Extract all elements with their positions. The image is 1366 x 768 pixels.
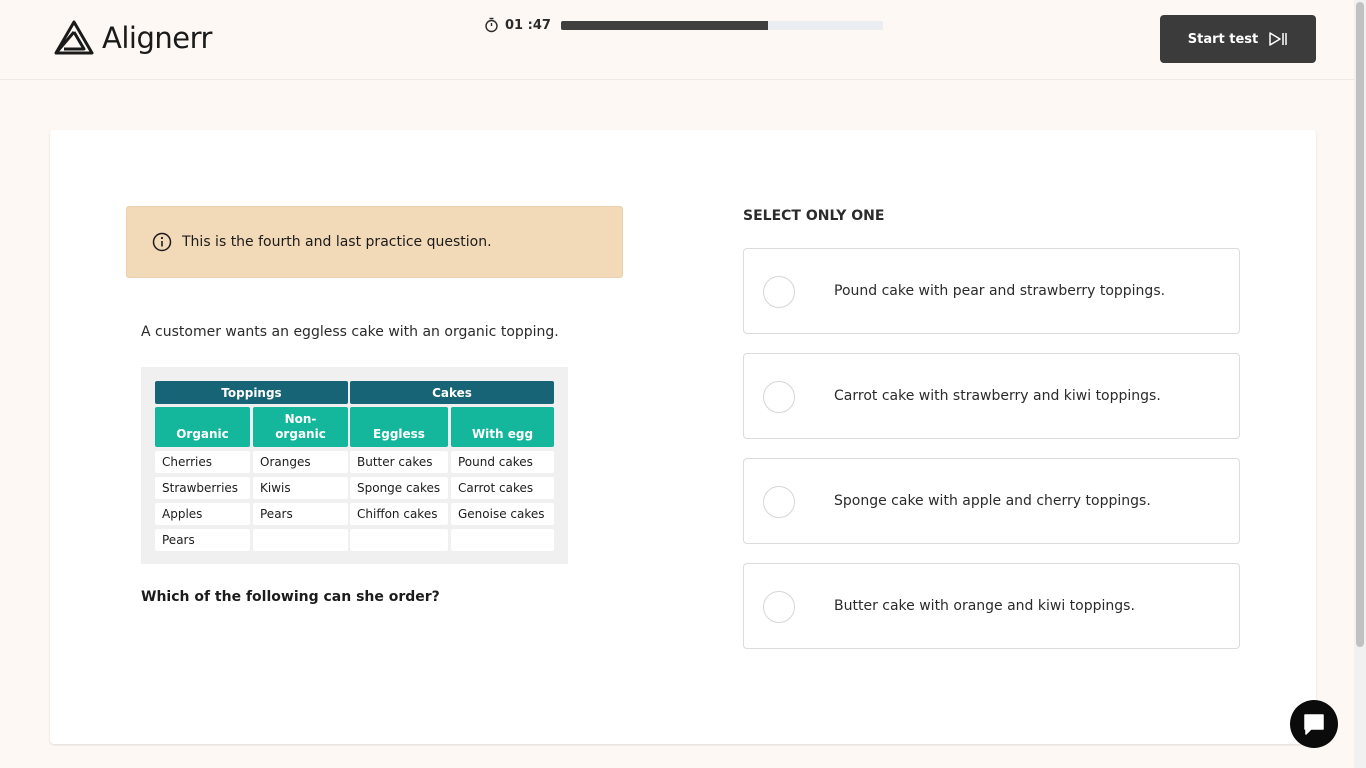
- info-banner: This is the fourth and last practice que…: [126, 206, 623, 278]
- table-cell: [253, 529, 348, 551]
- table-cell: Oranges: [253, 451, 348, 473]
- table-column-header: With egg: [451, 407, 554, 447]
- table-column-header: Organic: [155, 407, 250, 447]
- vertical-scrollbar[interactable]: [1354, 0, 1366, 768]
- top-bar: Alignerr 01 :47 Start test: [0, 0, 1354, 80]
- table-cell: Carrot cakes: [451, 477, 554, 499]
- aligner-logo-icon: [54, 20, 94, 55]
- answer-option-text: Pound cake with pear and strawberry topp…: [834, 283, 1166, 299]
- table-cell: Apples: [155, 503, 250, 525]
- table-cell: Pound cakes: [451, 451, 554, 473]
- start-test-button[interactable]: Start test: [1160, 15, 1316, 63]
- radio-button[interactable]: [763, 486, 795, 518]
- chat-bubble-icon: [1304, 714, 1324, 735]
- table-cell: Sponge cakes: [350, 477, 448, 499]
- time-progress-fill: [561, 21, 769, 30]
- answer-option[interactable]: Sponge cake with apple and cherry toppin…: [743, 458, 1240, 544]
- select-instruction: SELECT ONLY ONE: [743, 208, 885, 224]
- table-cell: Pears: [155, 529, 250, 551]
- table-cell: Genoise cakes: [451, 503, 554, 525]
- table-column-header: Non-organic: [253, 407, 348, 447]
- table-cell: [451, 529, 554, 551]
- chat-support-button[interactable]: [1290, 700, 1338, 748]
- answer-option-text: Carrot cake with strawberry and kiwi top…: [834, 388, 1161, 404]
- table-group-header: Cakes: [350, 381, 554, 404]
- answer-option[interactable]: Carrot cake with strawberry and kiwi top…: [743, 353, 1240, 439]
- table-cell: Pears: [253, 503, 348, 525]
- radio-button[interactable]: [763, 381, 795, 413]
- table-cell: Butter cakes: [350, 451, 448, 473]
- start-test-label: Start test: [1187, 31, 1259, 47]
- info-icon: [152, 232, 172, 252]
- time-progress-bar: [561, 21, 883, 30]
- stopwatch-icon: [485, 17, 498, 33]
- scrollbar-thumb[interactable]: [1356, 2, 1364, 647]
- timer-text: 01 :47: [505, 17, 551, 33]
- table-cell: Strawberries: [155, 477, 250, 499]
- answer-option[interactable]: Pound cake with pear and strawberry topp…: [743, 248, 1240, 334]
- timer: 01 :47: [484, 17, 551, 33]
- answer-option[interactable]: Butter cake with orange and kiwi topping…: [743, 563, 1240, 649]
- table-cell: Kiwis: [253, 477, 348, 499]
- answer-option-text: Butter cake with orange and kiwi topping…: [834, 598, 1135, 614]
- skip-forward-icon: [1269, 32, 1287, 46]
- table-column-header: Eggless: [350, 407, 448, 447]
- question-text: Which of the following can she order?: [141, 589, 440, 605]
- question-card: This is the fourth and last practice que…: [50, 130, 1316, 744]
- table-cell: [350, 529, 448, 551]
- answer-option-text: Sponge cake with apple and cherry toppin…: [834, 493, 1151, 509]
- logo-text: Alignerr: [102, 21, 212, 55]
- table-cell: Cherries: [155, 451, 250, 473]
- info-text: This is the fourth and last practice que…: [182, 234, 492, 250]
- radio-button[interactable]: [763, 591, 795, 623]
- table-group-header: Toppings: [155, 381, 348, 404]
- question-prompt: A customer wants an eggless cake with an…: [141, 324, 559, 340]
- radio-button[interactable]: [763, 276, 795, 308]
- topping-cake-table: Toppings Cakes Organic Non-organic Eggle…: [141, 367, 568, 564]
- table-cell: Chiffon cakes: [350, 503, 448, 525]
- logo[interactable]: Alignerr: [54, 20, 212, 56]
